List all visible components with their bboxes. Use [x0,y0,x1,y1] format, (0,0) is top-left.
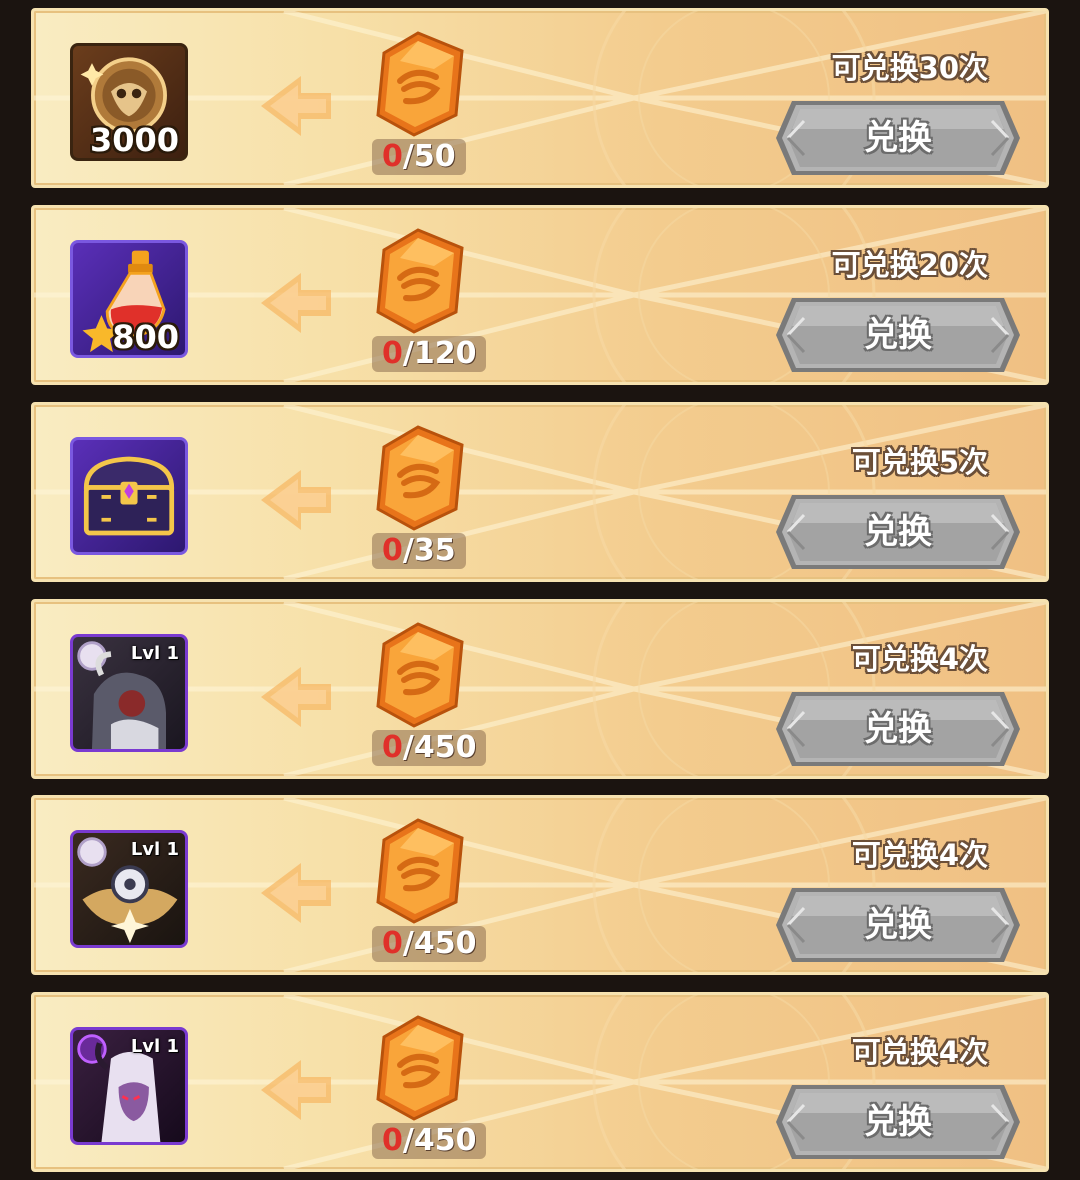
reward-quantity: 3000 [89,121,179,159]
arrow-left-icon [261,273,331,333]
hero-level-label: Lvl 1 [130,839,179,860]
cost-owned: 0 [382,139,403,174]
cost-owned: 0 [382,336,403,371]
cost-required: /450 [402,730,477,765]
exchange-button-label: 兑换 [864,512,932,552]
exchange-list: 3000 0/50 可兑换30次 兑换 800 0/120 可兑换20次 兑换 … [0,0,1080,1180]
exchange-row-4: Lvl 1 0/450 可兑换4次 兑换 [31,599,1049,779]
exchange-limit-label: 可兑换4次 [851,642,988,676]
exchange-limit-label: 可兑换20次 [831,248,988,282]
exchange-limit-label: 可兑换5次 [851,445,988,479]
hero-portrait-horned-icon[interactable]: Lvl 1 [70,634,188,752]
exchange-button-label: 兑换 [864,315,932,355]
cost-counter: 0/120 [372,336,487,372]
orange-crystal-token-icon [376,425,464,531]
exchange-limit-label: 可兑换30次 [831,51,988,85]
exchange-limit-label: 可兑换4次 [851,1035,988,1069]
exchange-button[interactable]: 兑换 [774,886,1022,964]
red-potion-bottle-icon[interactable]: 800 [70,240,188,358]
gold-mask-coin-icon[interactable]: 3000 [70,43,188,161]
arrow-left-icon [261,667,331,727]
exchange-button[interactable]: 兑换 [774,99,1022,177]
exchange-row-6: Lvl 1 0/450 可兑换4次 兑换 [31,992,1049,1172]
cost-counter: 0/450 [372,730,487,766]
hero-portrait-winged-icon[interactable]: Lvl 1 [70,830,188,948]
exchange-row-1: 3000 0/50 可兑换30次 兑换 [31,8,1049,188]
cost-owned: 0 [382,926,403,961]
hero-level-label: Lvl 1 [130,643,179,664]
reward-quantity: 800 [112,318,179,356]
exchange-row-5: Lvl 1 0/450 可兑换4次 兑换 [31,795,1049,975]
exchange-button-label: 兑换 [864,118,932,158]
exchange-button[interactable]: 兑换 [774,296,1022,374]
exchange-button-label: 兑换 [864,709,932,749]
exchange-limit-label: 可兑换4次 [851,838,988,872]
cost-required: /450 [402,1123,477,1158]
exchange-row-2: 800 0/120 可兑换20次 兑换 [31,205,1049,385]
exchange-button[interactable]: 兑换 [774,690,1022,768]
orange-crystal-token-icon [376,31,464,137]
cost-owned: 0 [382,730,403,765]
cost-counter: 0/50 [372,139,466,175]
arrow-left-icon [261,76,331,136]
arrow-left-icon [261,470,331,530]
cost-required: /50 [402,139,456,174]
orange-crystal-token-icon [376,1015,464,1121]
exchange-button[interactable]: 兑换 [774,493,1022,571]
cost-counter: 0/450 [372,926,487,962]
arrow-left-icon [261,1060,331,1120]
orange-crystal-token-icon [376,228,464,334]
cost-counter: 0/450 [372,1123,487,1159]
exchange-row-3: 0/35 可兑换5次 兑换 [31,402,1049,582]
exchange-button[interactable]: 兑换 [774,1083,1022,1161]
orange-crystal-token-icon [376,622,464,728]
cost-owned: 0 [382,1123,403,1158]
orange-crystal-token-icon [376,818,464,924]
cost-owned: 0 [382,533,403,568]
cost-required: /450 [402,926,477,961]
hero-level-label: Lvl 1 [130,1036,179,1057]
exchange-button-label: 兑换 [864,1102,932,1142]
hero-portrait-demon-icon[interactable]: Lvl 1 [70,1027,188,1145]
cost-required: /120 [402,336,477,371]
cost-counter: 0/35 [372,533,466,569]
exchange-button-label: 兑换 [864,905,932,945]
cost-required: /35 [402,533,456,568]
purple-treasure-chest-icon[interactable] [70,437,188,555]
arrow-left-icon [261,863,331,923]
